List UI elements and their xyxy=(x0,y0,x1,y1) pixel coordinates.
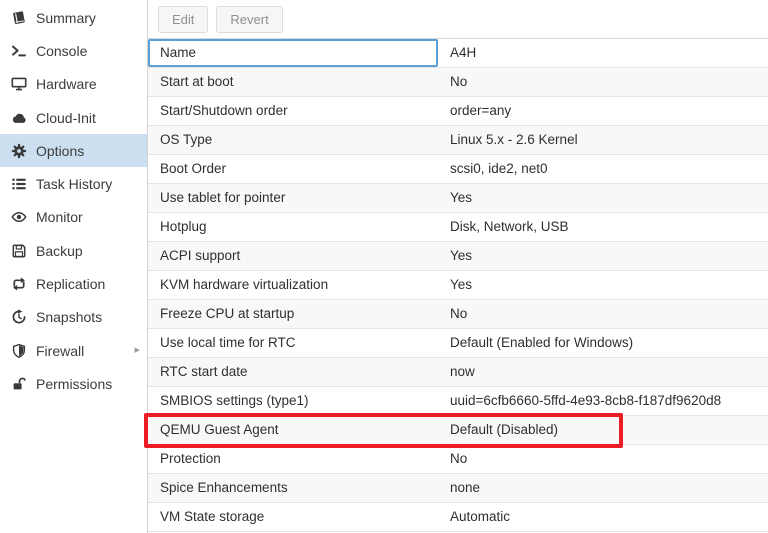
table-row-os-type[interactable]: OS Type Linux 5.x - 2.6 Kernel xyxy=(148,126,768,155)
sidebar-item-permissions[interactable]: Permissions xyxy=(0,367,147,400)
sidebar-item-label: Console xyxy=(36,43,87,59)
options-table: Name A4H Start at boot No Start/Shutdown… xyxy=(148,39,768,533)
sidebar-item-hardware[interactable]: Hardware xyxy=(0,68,147,101)
vm-config-sidebar: Summary Console Hardware Cloud-Init Opti xyxy=(0,0,148,533)
sidebar-item-console[interactable]: Console xyxy=(0,34,147,67)
option-label: Start/Shutdown order xyxy=(148,97,438,125)
desktop-icon xyxy=(10,76,27,92)
table-row-smbios-settings[interactable]: SMBIOS settings (type1) uuid=6cfb6660-5f… xyxy=(148,387,768,416)
sidebar-item-monitor[interactable]: Monitor xyxy=(0,201,147,234)
option-value: Yes xyxy=(438,184,768,212)
table-row-name[interactable]: Name A4H xyxy=(148,39,768,68)
options-panel: Edit Revert Name A4H Start at boot No St… xyxy=(148,0,768,533)
option-value: order=any xyxy=(438,97,768,125)
option-value: Yes xyxy=(438,242,768,270)
option-value: Yes xyxy=(438,271,768,299)
sidebar-item-label: Cloud-Init xyxy=(36,110,96,126)
history-icon xyxy=(10,309,27,325)
sidebar-item-summary[interactable]: Summary xyxy=(0,1,147,34)
option-label: SMBIOS settings (type1) xyxy=(148,387,438,415)
eye-icon xyxy=(10,209,27,225)
sidebar-item-backup[interactable]: Backup xyxy=(0,234,147,267)
table-row-acpi-support[interactable]: ACPI support Yes xyxy=(148,242,768,271)
sidebar-item-label: Monitor xyxy=(36,209,83,225)
option-label: Start at boot xyxy=(148,68,438,96)
list-icon xyxy=(10,176,27,192)
option-value: Linux 5.x - 2.6 Kernel xyxy=(438,126,768,154)
sidebar-item-firewall[interactable]: Firewall ▸ xyxy=(0,334,147,367)
sidebar-item-replication[interactable]: Replication xyxy=(0,267,147,300)
option-value: now xyxy=(438,358,768,386)
table-row-use-tablet-for-pointer[interactable]: Use tablet for pointer Yes xyxy=(148,184,768,213)
table-row-kvm-hardware-virtualization[interactable]: KVM hardware virtualization Yes xyxy=(148,271,768,300)
option-value: No xyxy=(438,445,768,473)
table-row-spice-enhancements[interactable]: Spice Enhancements none xyxy=(148,474,768,503)
table-row-qemu-guest-agent[interactable]: QEMU Guest Agent Default (Disabled) xyxy=(148,416,768,445)
table-row-rtc-start-date[interactable]: RTC start date now xyxy=(148,358,768,387)
sidebar-item-label: Firewall xyxy=(36,343,84,359)
unlock-icon xyxy=(10,376,27,392)
sidebar-item-cloud-init[interactable]: Cloud-Init xyxy=(0,101,147,134)
option-value: scsi0, ide2, net0 xyxy=(438,155,768,183)
option-label: QEMU Guest Agent xyxy=(148,416,438,444)
gear-icon xyxy=(10,143,27,159)
option-value: Disk, Network, USB xyxy=(438,213,768,241)
table-row-boot-order[interactable]: Boot Order scsi0, ide2, net0 xyxy=(148,155,768,184)
table-row-protection[interactable]: Protection No xyxy=(148,445,768,474)
option-label: Freeze CPU at startup xyxy=(148,300,438,328)
option-label: Protection xyxy=(148,445,438,473)
sidebar-item-label: Backup xyxy=(36,243,83,259)
floppy-icon xyxy=(10,243,27,259)
option-value: Automatic xyxy=(438,503,768,531)
table-row-start-at-boot[interactable]: Start at boot No xyxy=(148,68,768,97)
sidebar-item-snapshots[interactable]: Snapshots xyxy=(0,301,147,334)
sidebar-item-label: Replication xyxy=(36,276,105,292)
table-row-hotplug[interactable]: Hotplug Disk, Network, USB xyxy=(148,213,768,242)
sidebar-item-label: Permissions xyxy=(36,376,112,392)
option-label: Boot Order xyxy=(148,155,438,183)
table-row-freeze-cpu-at-startup[interactable]: Freeze CPU at startup No xyxy=(148,300,768,329)
sidebar-item-label: Task History xyxy=(36,176,112,192)
shield-icon xyxy=(10,343,27,359)
table-row-vm-state-storage[interactable]: VM State storage Automatic xyxy=(148,503,768,532)
options-toolbar: Edit Revert xyxy=(148,0,768,39)
option-label: Hotplug xyxy=(148,213,438,241)
sidebar-item-task-history[interactable]: Task History xyxy=(0,167,147,200)
option-label: ACPI support xyxy=(148,242,438,270)
table-row-start-shutdown-order[interactable]: Start/Shutdown order order=any xyxy=(148,97,768,126)
option-value: No xyxy=(438,68,768,96)
option-value: Default (Disabled) xyxy=(438,416,768,444)
option-label: KVM hardware virtualization xyxy=(148,271,438,299)
chevron-right-icon: ▸ xyxy=(134,345,140,356)
option-label: OS Type xyxy=(148,126,438,154)
terminal-icon xyxy=(10,43,27,59)
proxmox-vm-options-window: Summary Console Hardware Cloud-Init Opti xyxy=(0,0,768,533)
sidebar-item-label: Hardware xyxy=(36,76,97,92)
book-icon xyxy=(10,10,27,26)
option-label: RTC start date xyxy=(148,358,438,386)
option-label: VM State storage xyxy=(148,503,438,531)
sidebar-item-label: Snapshots xyxy=(36,309,102,325)
cloud-icon xyxy=(10,110,27,126)
sidebar-item-label: Summary xyxy=(36,10,96,26)
option-label: Use local time for RTC xyxy=(148,329,438,357)
option-label: Spice Enhancements xyxy=(148,474,438,502)
option-value: No xyxy=(438,300,768,328)
option-value: uuid=6cfb6660-5ffd-4e93-8cb8-f187df9620d… xyxy=(438,387,768,415)
option-label: Name xyxy=(148,39,438,67)
option-value: none xyxy=(438,474,768,502)
option-value: Default (Enabled for Windows) xyxy=(438,329,768,357)
revert-button[interactable]: Revert xyxy=(216,6,282,33)
edit-button[interactable]: Edit xyxy=(158,6,208,33)
option-value: A4H xyxy=(438,39,768,67)
retweet-icon xyxy=(10,276,27,292)
table-row-use-local-time-for-rtc[interactable]: Use local time for RTC Default (Enabled … xyxy=(148,329,768,358)
sidebar-item-options[interactable]: Options xyxy=(0,134,147,167)
sidebar-item-label: Options xyxy=(36,143,84,159)
option-label: Use tablet for pointer xyxy=(148,184,438,212)
